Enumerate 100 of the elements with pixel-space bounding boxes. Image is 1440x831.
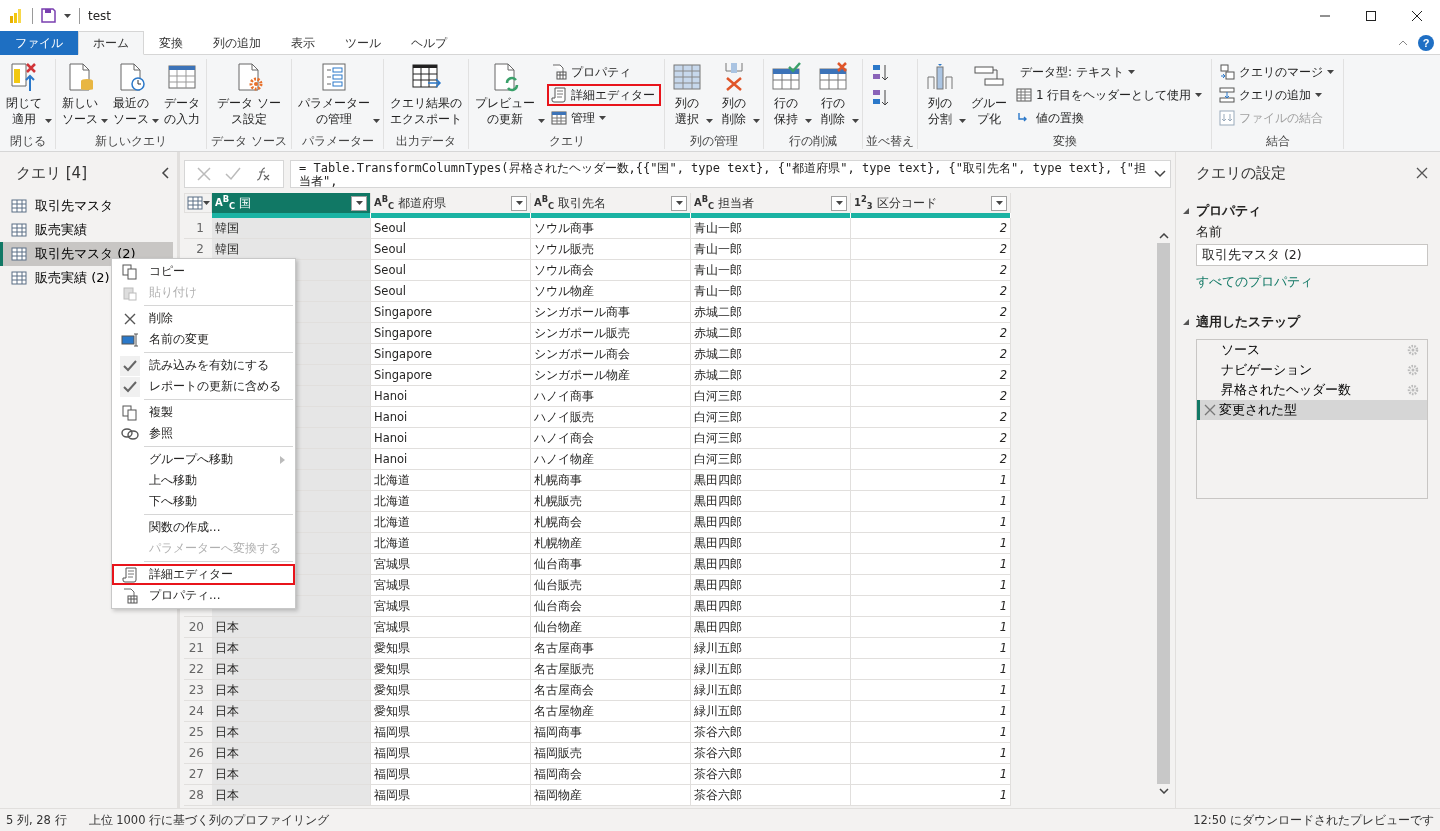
scroll-up-icon[interactable] <box>1158 233 1169 239</box>
ribbon-button[interactable]: 列の分割 <box>921 59 966 129</box>
query-item[interactable]: 販売実績 <box>0 218 173 242</box>
help-button[interactable]: ? <box>1418 34 1434 51</box>
menu-item[interactable]: プロパティ... <box>112 585 295 606</box>
ribbon-button[interactable]: クエリのマージ <box>1215 61 1341 83</box>
all-properties-link[interactable]: すべてのプロパティ <box>1196 274 1428 291</box>
status-text: 5 列, 28 行 <box>6 812 67 828</box>
ribbon-button[interactable]: 閉じて適用 <box>3 59 52 129</box>
ribbon-button[interactable]: 最近のソース <box>110 59 159 129</box>
table-cell: 黒田四郎 <box>691 470 851 491</box>
applied-step[interactable]: ソース <box>1197 340 1427 360</box>
table-cell: 茶谷六郎 <box>691 764 851 785</box>
table-cell: 日本 <box>212 680 371 701</box>
column-header[interactable]: A$^{B}$$_{C}$ 担当者 <box>691 193 851 213</box>
ribbon-tab[interactable]: ツール <box>330 31 396 55</box>
ribbon-button[interactable]: 詳細エディター <box>547 84 661 106</box>
ribbon-button[interactable]: クエリ結果のエクスポート <box>387 59 465 129</box>
column-header[interactable]: A$^{B}$$_{C}$ 都道府県 <box>371 193 531 213</box>
file-tab[interactable]: ファイル <box>0 31 78 55</box>
ribbon-button[interactable]: プレビューの更新 <box>472 59 545 129</box>
delete-icon[interactable] <box>1204 404 1216 416</box>
table-cell: 2 <box>851 428 1011 449</box>
table-cell: 赤城二郎 <box>691 323 851 344</box>
table-cell: 白河三郎 <box>691 449 851 470</box>
filter-button[interactable] <box>991 195 1007 211</box>
applied-step[interactable]: 変更された型 <box>1197 400 1427 420</box>
caret-icon <box>101 119 108 123</box>
collapse-chevron-icon[interactable] <box>161 167 169 179</box>
caret-icon <box>1195 93 1203 97</box>
applied-step[interactable]: 昇格されたヘッダー数 <box>1197 380 1427 400</box>
filter-button[interactable] <box>831 195 847 211</box>
table-menu-button[interactable] <box>184 193 212 213</box>
submenu-arrow-icon <box>280 455 285 464</box>
filter-button[interactable] <box>671 195 687 211</box>
menu-item[interactable]: 下へ移動 <box>112 491 295 512</box>
ribbon-button[interactable]: 値の置換 <box>1012 107 1209 129</box>
menu-item[interactable]: 読み込みを有効にする <box>112 355 295 376</box>
expand-caret-icon[interactable] <box>1154 170 1166 178</box>
menu-item[interactable]: 削除 <box>112 308 295 329</box>
ribbon-button[interactable]: データの入力 <box>161 59 203 129</box>
menu-item[interactable]: 詳細エディター <box>112 564 295 585</box>
table-cell: 黒田四郎 <box>691 491 851 512</box>
ribbon-tab[interactable]: 表示 <box>276 31 330 55</box>
append-icon <box>1219 87 1236 103</box>
table-cell: 1 <box>851 575 1011 596</box>
scrollbar-thumb[interactable] <box>1157 243 1170 784</box>
ribbon-button[interactable]: 列の選択 <box>668 59 713 129</box>
column-header[interactable]: A$^{B}$$_{C}$ 国 <box>212 193 371 213</box>
ribbon-button[interactable]: 行の保持 <box>767 59 812 129</box>
ribbon-button[interactable]: 1 行目をヘッダーとして使用 <box>1012 84 1209 106</box>
ribbon-button[interactable]: パラメーターの管理 <box>295 59 380 129</box>
applied-step[interactable]: ナビゲーション <box>1197 360 1427 380</box>
ribbon-tab[interactable]: ホーム <box>78 31 144 55</box>
name-field[interactable]: 取引先マスタ (2) <box>1196 244 1428 266</box>
ribbon-button[interactable]: データ型: テキスト <box>1012 61 1209 83</box>
table-cell: 茶谷六郎 <box>691 785 851 806</box>
ribbon-button[interactable]: 管理 <box>547 107 661 129</box>
collapse-ribbon-icon[interactable] <box>1398 39 1408 46</box>
scroll-down-icon[interactable] <box>1158 788 1169 794</box>
menu-item[interactable]: レポートの更新に含める <box>112 376 295 397</box>
table-cell: 2 <box>851 323 1011 344</box>
collapse-triangle-icon[interactable] <box>1182 207 1190 215</box>
table-cell: ハノイ商会 <box>531 428 691 449</box>
menu-item[interactable]: 関数の作成... <box>112 517 295 538</box>
table-cell: ソウル商会 <box>531 260 691 281</box>
menu-item[interactable]: 複製 <box>112 402 295 423</box>
menu-item[interactable]: グループへ移動 <box>112 449 295 470</box>
ribbon-button[interactable]: グループ化 <box>968 59 1010 129</box>
save-icon[interactable] <box>41 8 56 23</box>
menu-item[interactable]: 上へ移動 <box>112 470 295 491</box>
formula-bar[interactable]: = Table.TransformColumnTypes(昇格されたヘッダー数,{{"国", type text}, {"都道府県", type text}, {"取引先名", type text}, {"担当者", <box>290 160 1171 188</box>
check-icon[interactable] <box>225 167 241 181</box>
copy-icon <box>122 263 138 280</box>
query-item[interactable]: 取引先マスタ <box>0 194 173 218</box>
ribbon-button[interactable]: クエリの追加 <box>1215 84 1341 106</box>
ribbon-tab[interactable]: 変換 <box>144 31 198 55</box>
ribbon-tab[interactable]: ヘルプ <box>396 31 462 55</box>
function-icon[interactable] <box>255 166 271 182</box>
menu-item[interactable]: 参照 <box>112 423 295 444</box>
scroll-icon <box>551 87 567 103</box>
ribbon-button[interactable]: データ ソース設定 <box>210 59 288 129</box>
table-cell: 札幌商会 <box>531 512 691 533</box>
table-cell: 日本 <box>212 701 371 722</box>
ribbon-button[interactable]: 行の削除 <box>814 59 859 129</box>
collapse-triangle-icon[interactable] <box>1182 318 1190 326</box>
status-text: 12:50 にダウンロードされたプレビューです <box>1193 812 1434 828</box>
table-cell: 黒田四郎 <box>691 617 851 638</box>
menu-item[interactable]: 名前の変更 <box>112 329 295 350</box>
ribbon-button[interactable]: プロパティ <box>547 61 661 83</box>
filter-button[interactable] <box>351 195 367 211</box>
column-header[interactable]: A$^{B}$$_{C}$ 取引先名 <box>531 193 691 213</box>
table-cell: 福岡県 <box>371 722 531 743</box>
table-cell: ソウル販売 <box>531 239 691 260</box>
table-cell: Seoul <box>371 218 531 239</box>
ribbon-button[interactable]: 新しいソース <box>59 59 108 129</box>
filter-button[interactable] <box>511 195 527 211</box>
close-icon[interactable] <box>1416 167 1428 179</box>
ribbon-tab[interactable]: 列の追加 <box>198 31 276 55</box>
ribbon-button[interactable]: 列の削除 <box>715 59 760 129</box>
